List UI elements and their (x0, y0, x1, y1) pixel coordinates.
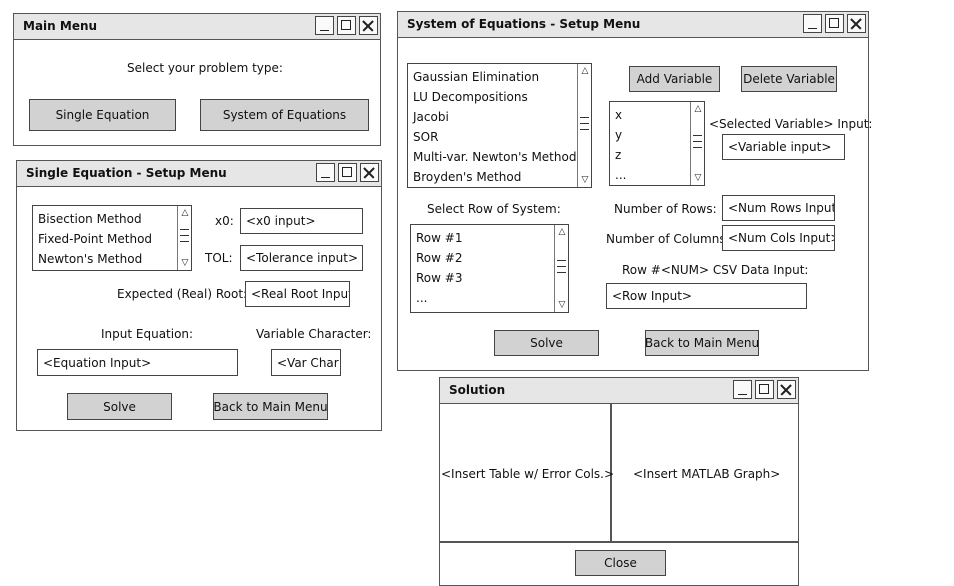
solution-title: Solution (449, 383, 506, 397)
single-method-list[interactable]: Bisection Method Fixed-Point Method Newt… (32, 205, 192, 271)
variable-character-label: Variable Character: (256, 327, 372, 341)
close-icon[interactable] (360, 163, 379, 182)
row-list[interactable]: Row #1 Row #2 Row #3 ... △ ▽ (410, 224, 569, 313)
input-equation-label: Input Equation: (101, 327, 194, 341)
csv-data-label: Row #<NUM> CSV Data Input: (622, 263, 809, 277)
maximize-icon[interactable] (825, 14, 844, 33)
minimize-icon[interactable] (315, 16, 334, 35)
scrollbar-thumb[interactable] (580, 116, 589, 135)
list-item[interactable]: Broyden's Method (413, 167, 576, 187)
close-icon[interactable] (847, 14, 866, 33)
solution-titlebar[interactable]: Solution (440, 378, 798, 404)
list-item[interactable]: Row #3 (416, 268, 462, 288)
variable-list[interactable]: x y z ... △ ▽ (609, 101, 705, 186)
list-item[interactable]: Bisection Method (38, 209, 152, 229)
list-item[interactable]: x (615, 105, 626, 125)
maximize-icon[interactable] (338, 163, 357, 182)
list-item[interactable]: SOR (413, 127, 576, 147)
list-item[interactable]: Newton's Method (38, 249, 152, 269)
row-input[interactable]: <Row Input> (606, 283, 807, 309)
list-item[interactable]: Jacobi (413, 107, 576, 127)
single-equation-button[interactable]: Single Equation (29, 99, 176, 131)
list-item[interactable]: LU Decompositions (413, 87, 576, 107)
num-rows-label: Number of Rows: (614, 202, 717, 216)
list-item[interactable]: Fixed-Point Method (38, 229, 152, 249)
list-item[interactable]: ... (416, 288, 462, 308)
minimize-icon[interactable] (733, 380, 752, 399)
close-icon[interactable] (777, 380, 796, 399)
var-char-input[interactable]: <Var Char> (271, 349, 341, 376)
system-setup-title: System of Equations - Setup Menu (407, 17, 641, 31)
select-row-label: Select Row of System: (427, 202, 561, 216)
delete-variable-button[interactable]: Delete Variable (741, 66, 837, 92)
variable-input[interactable]: <Variable input> (722, 134, 845, 160)
add-variable-button[interactable]: Add Variable (629, 66, 720, 92)
num-cols-label: Number of Columns: (606, 232, 730, 246)
maximize-icon[interactable] (755, 380, 774, 399)
x0-input[interactable]: <x0 input> (240, 208, 363, 234)
main-menu-window: Main Menu Select your problem type: Sing… (13, 13, 381, 146)
matlab-graph-placeholder: <Insert MATLAB Graph> (633, 467, 781, 481)
scrollbar[interactable]: △ ▽ (554, 225, 568, 312)
tolerance-input[interactable]: <Tolerance input> (240, 245, 363, 271)
num-rows-input[interactable]: <Num Rows Input> (722, 195, 835, 221)
single-setup-title: Single Equation - Setup Menu (26, 166, 227, 180)
chevron-down-icon[interactable]: ▽ (579, 174, 591, 186)
list-item[interactable]: Row #1 (416, 228, 462, 248)
minimize-icon[interactable] (803, 14, 822, 33)
solve-button[interactable]: Solve (67, 393, 172, 420)
list-item[interactable]: Gaussian Elimination (413, 67, 576, 87)
chevron-down-icon[interactable]: ▽ (692, 172, 704, 184)
chevron-up-icon[interactable]: △ (692, 103, 704, 115)
scrollbar-thumb[interactable] (557, 259, 566, 278)
system-of-equations-button[interactable]: System of Equations (200, 99, 369, 131)
scrollbar-thumb[interactable] (180, 229, 189, 247)
single-equation-setup-window: Single Equation - Setup Menu Bisection M… (16, 160, 382, 431)
list-item[interactable]: y (615, 125, 626, 145)
problem-type-prompt: Select your problem type: (127, 61, 283, 75)
chevron-up-icon[interactable]: △ (179, 207, 191, 219)
main-menu-title: Main Menu (23, 19, 98, 33)
back-to-main-menu-button[interactable]: Back to Main Menu (213, 393, 328, 420)
chevron-down-icon[interactable]: ▽ (556, 299, 568, 311)
maximize-icon[interactable] (337, 16, 356, 35)
scrollbar[interactable]: △ ▽ (577, 64, 591, 187)
expected-root-label: Expected (Real) Root: (117, 287, 248, 301)
main-menu-titlebar[interactable]: Main Menu (14, 14, 380, 40)
close-icon[interactable] (359, 16, 378, 35)
real-root-input[interactable]: <Real Root Input> (245, 281, 350, 307)
chevron-up-icon[interactable]: △ (579, 65, 591, 77)
selected-variable-label: <Selected Variable> Input: (709, 117, 873, 131)
tol-label: TOL: (205, 251, 233, 265)
chevron-down-icon[interactable]: ▽ (179, 257, 191, 269)
system-method-list[interactable]: Gaussian Elimination LU Decompositions J… (407, 63, 592, 188)
solution-window: Solution <Insert Table w/ Error Cols.> <… (439, 377, 799, 586)
solve-button[interactable]: Solve (494, 330, 599, 356)
num-cols-input[interactable]: <Num Cols Input> (722, 225, 835, 251)
single-setup-titlebar[interactable]: Single Equation - Setup Menu (17, 161, 381, 187)
list-item[interactable]: ... (615, 165, 626, 185)
x0-label: x0: (215, 214, 234, 228)
system-setup-titlebar[interactable]: System of Equations - Setup Menu (398, 12, 868, 38)
chevron-up-icon[interactable]: △ (556, 226, 568, 238)
scrollbar[interactable]: △ ▽ (177, 206, 191, 270)
close-button[interactable]: Close (575, 550, 666, 576)
scrollbar[interactable]: △ ▽ (690, 102, 704, 185)
system-setup-window: System of Equations - Setup Menu Gaussia… (397, 11, 873, 371)
list-item[interactable]: Multi-var. Newton's Method (413, 147, 576, 167)
back-to-main-menu-button[interactable]: Back to Main Menu (645, 330, 759, 356)
horizontal-divider (440, 541, 798, 543)
equation-input[interactable]: <Equation Input> (37, 349, 238, 376)
list-item[interactable]: z (615, 145, 626, 165)
error-table-placeholder: <Insert Table w/ Error Cols.> (441, 467, 615, 481)
list-item[interactable]: Row #2 (416, 248, 462, 268)
scrollbar-thumb[interactable] (693, 134, 702, 153)
minimize-icon[interactable] (316, 163, 335, 182)
